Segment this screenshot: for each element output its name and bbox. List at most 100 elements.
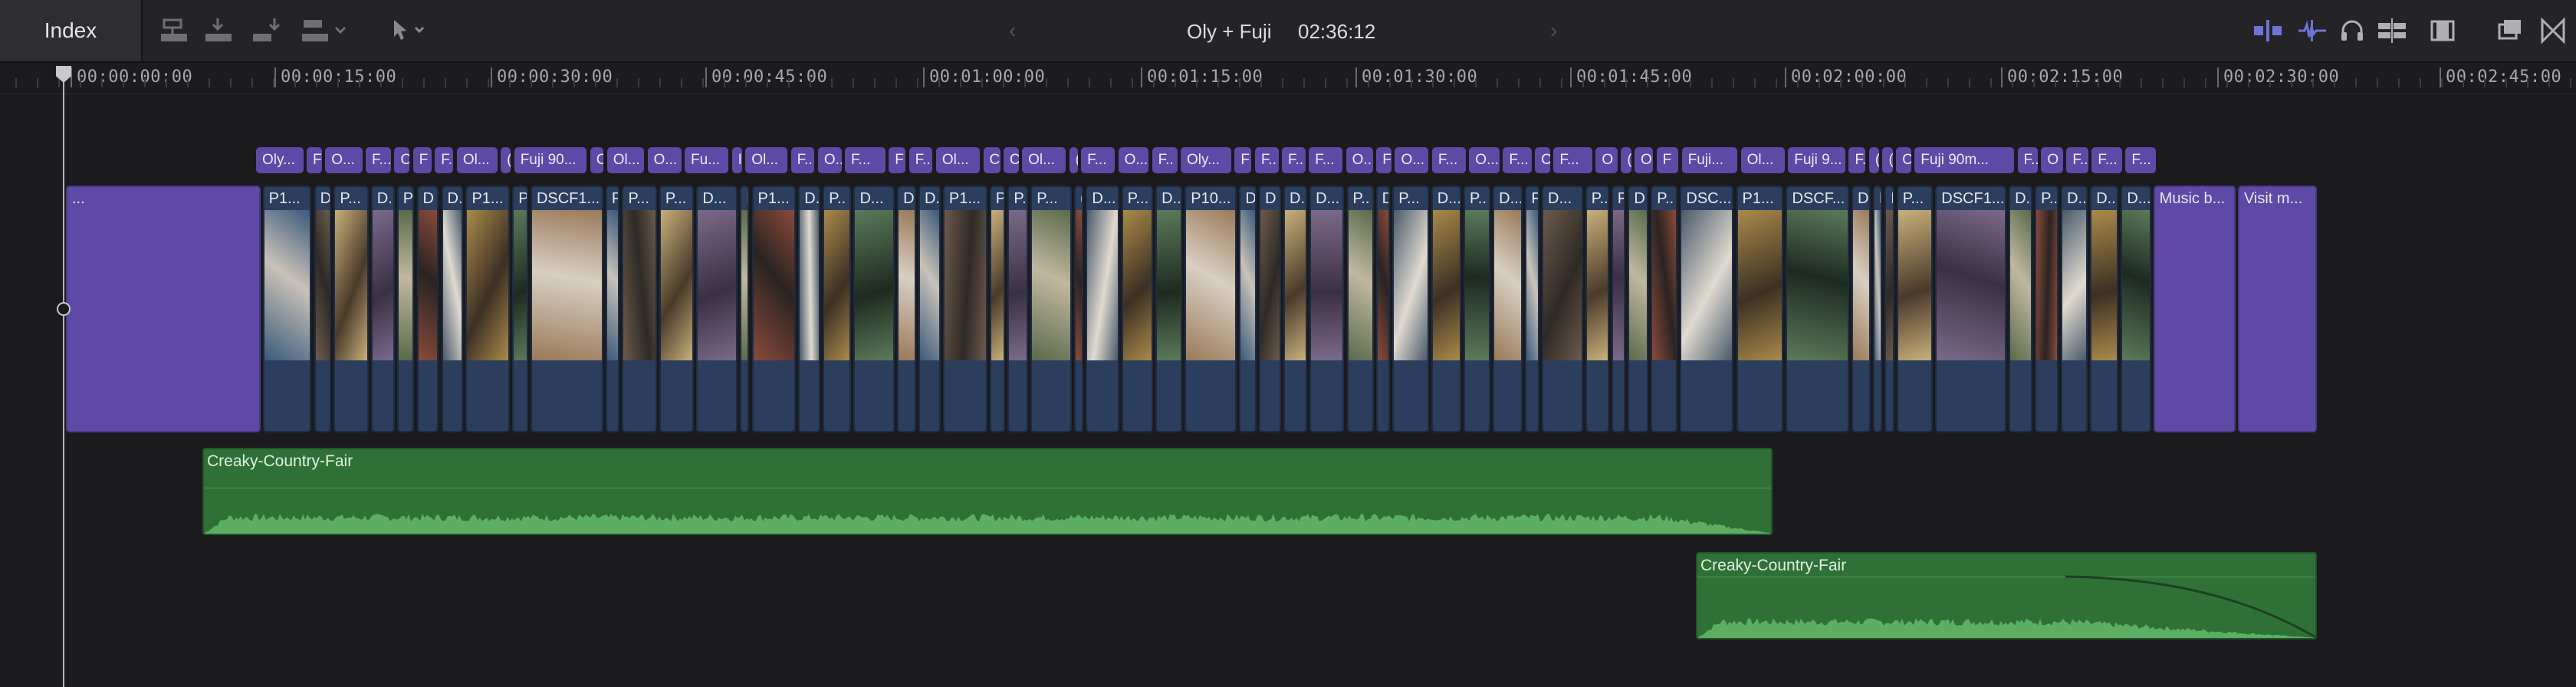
connected-clip[interactable]: O.. [1346,147,1373,173]
connected-clip[interactable]: O [394,147,410,173]
primary-clip[interactable]: D [1259,186,1281,432]
primary-clip[interactable]: P1... [942,186,987,432]
primary-clip[interactable]: ... [66,186,261,432]
connected-clip[interactable]: ( [1069,147,1078,173]
connected-clip[interactable]: F.. [2017,147,2038,173]
primary-clip[interactable]: P1... [1736,186,1784,432]
primary-clip[interactable]: D [1239,186,1257,432]
connected-clip[interactable]: F.. [435,147,454,173]
primary-clip[interactable]: D.. [2061,186,2088,432]
connected-clip[interactable]: F.. [2066,147,2088,173]
primary-clip[interactable]: D.. [918,186,941,432]
primary-clip[interactable]: P1... [751,186,797,432]
connected-clip[interactable]: O... [1469,147,1500,173]
primary-clip[interactable]: P.. [2035,186,2058,432]
primary-clip[interactable]: DSC... [1680,186,1734,432]
primary-clip[interactable]: D [1375,186,1391,432]
primary-clip[interactable]: D... [1431,186,1461,432]
connected-clip[interactable]: Ol... [745,147,788,173]
primary-clip[interactable]: Visit m... [2237,186,2317,432]
primary-clip[interactable]: D.. [798,186,821,432]
primary-clip[interactable]: D.. [1155,186,1183,432]
audio-clip[interactable]: Creaky-Country-Fair [1696,552,2317,639]
primary-clip[interactable]: P [512,186,528,432]
connected-clip[interactable]: F... [1503,147,1532,173]
primary-clip[interactable]: Music b... [2153,186,2236,432]
connected-clip[interactable]: Fuji 90... [514,147,587,173]
primary-clip[interactable]: P... [334,186,369,432]
connected-clip[interactable]: O [1634,147,1654,173]
primary-clip[interactable]: F [1872,186,1883,432]
connected-clip[interactable]: Ol... [1740,147,1785,173]
connected-clip[interactable]: F.. [790,147,815,173]
connected-clip[interactable]: O... [1395,147,1429,173]
effects-browser-icon[interactable] [2539,17,2567,44]
connected-clip[interactable]: F [307,147,322,173]
connected-clip[interactable]: ( [1621,147,1631,173]
primary-clip[interactable]: P.. [1585,186,1609,432]
primary-clip[interactable]: P1... [465,186,511,432]
primary-clip[interactable]: D... [1542,186,1583,432]
primary-clip[interactable]: P... [1392,186,1429,432]
connected-clip[interactable]: ( [1882,147,1893,173]
primary-clip[interactable]: P [605,186,620,432]
select-tool-icon[interactable] [391,17,429,44]
primary-clip[interactable]: D.. [1283,186,1307,432]
connected-clip[interactable]: Oly... [256,147,304,173]
connected-clip[interactable]: O... [1118,147,1149,173]
primary-clip[interactable]: DSCF1... [530,186,603,432]
connected-clip[interactable]: I [731,147,742,173]
video-only-icon[interactable] [2252,17,2283,44]
connected-clip[interactable]: F... [1431,147,1466,173]
connected-clip[interactable]: Ol... [456,147,498,173]
primary-clip[interactable]: P... [622,186,657,432]
audio-clip[interactable]: Creaky-Country-Fair [202,448,1773,535]
timeline-index-icon[interactable] [2496,17,2524,44]
connected-clip[interactable]: F [412,147,432,173]
primary-clip[interactable]: P.. [823,186,852,432]
connected-clip[interactable]: Fuji... [1681,147,1738,173]
connected-clip[interactable]: F... [366,147,392,173]
connected-clip[interactable]: O [2041,147,2063,173]
playhead-knob[interactable] [57,302,71,316]
primary-clip[interactable]: P.. [1346,186,1374,432]
timeline-index-button[interactable]: Index [0,0,143,61]
connected-clip[interactable]: C [1003,147,1019,173]
primary-clip[interactable]: F [1611,186,1626,432]
append-clip-icon[interactable] [251,17,282,44]
connected-clip[interactable]: F... [1553,147,1592,173]
connected-clip[interactable]: C [590,147,604,173]
headphones-icon[interactable] [2338,17,2366,44]
connected-clip[interactable]: O... [325,147,363,173]
primary-clip[interactable]: D.. [2009,186,2032,432]
connected-clip[interactable]: F... [1309,147,1343,173]
connected-clip[interactable]: F [1656,147,1679,173]
primary-clip[interactable]: D [1628,186,1649,432]
connected-clip[interactable]: F... [1081,147,1116,173]
primary-clip[interactable]: I [740,186,750,432]
connected-clip[interactable]: O [1595,147,1618,173]
next-arrow-icon[interactable]: › [1550,18,1557,43]
connected-clip[interactable]: Ol... [606,147,645,173]
primary-clip[interactable]: DSCF... [1786,186,1849,432]
primary-clip[interactable]: D... [853,186,895,432]
primary-clip[interactable]: P [396,186,415,432]
connected-clip[interactable]: F.. [1254,147,1279,173]
connected-clip[interactable]: ( [501,147,511,173]
connected-clip[interactable]: C [983,147,1001,173]
primary-clip[interactable]: P.. [1651,186,1678,432]
connected-clip[interactable]: Fuji 9... [1788,147,1846,173]
primary-clip[interactable]: ( [1073,186,1084,432]
insert-clip-icon[interactable] [204,17,235,44]
primary-clip[interactable]: P... [1030,186,1072,432]
primary-clip[interactable]: P... [659,186,695,432]
connected-clip[interactable]: Ol... [1022,147,1066,173]
primary-clip[interactable]: P [989,186,1006,432]
primary-clip[interactable]: D... [2090,186,2119,432]
connected-clip[interactable]: F... [2125,147,2156,173]
primary-clip[interactable]: P.. [1007,186,1029,432]
overwrite-clip-icon[interactable] [301,17,347,44]
connected-clip[interactable]: F... [845,147,886,173]
connected-clip[interactable]: O... [647,147,682,173]
primary-clip[interactable]: P... [1896,186,1934,432]
